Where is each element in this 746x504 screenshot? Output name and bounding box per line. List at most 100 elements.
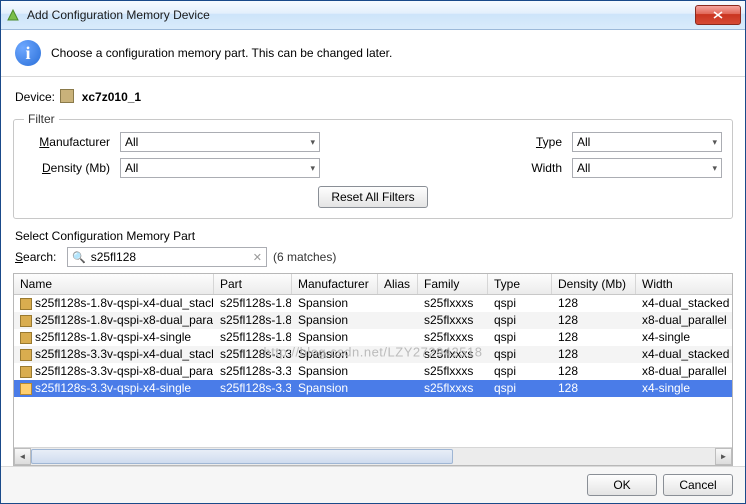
table-header: Name Part Manufacturer Alias Family Type…: [14, 274, 732, 295]
cell-alias: [378, 346, 418, 363]
cell-part: s25fl128s-1.8v: [214, 329, 292, 346]
cell-family: s25flxxxs: [418, 363, 488, 380]
cell-alias: [378, 312, 418, 329]
table-row[interactable]: s25fl128s-3.3v-qspi-x4-dual_stackeds25fl…: [14, 346, 732, 363]
cell-width: x8-dual_parallel: [636, 363, 732, 380]
search-icon: 🔍: [72, 251, 86, 264]
cell-manufacturer: Spansion: [292, 329, 378, 346]
manufacturer-label: Manufacturer: [24, 135, 114, 149]
cell-type: qspi: [488, 363, 552, 380]
type-select[interactable]: All▾: [572, 132, 722, 152]
chip-icon: [60, 89, 74, 103]
memory-icon: [20, 315, 32, 327]
cell-manufacturer: Spansion: [292, 363, 378, 380]
table-row[interactable]: s25fl128s-1.8v-qspi-x4-singles25fl128s-1…: [14, 329, 732, 346]
table-row[interactable]: s25fl128s-1.8v-qspi-x4-dual_stackeds25fl…: [14, 295, 732, 312]
cell-alias: [378, 380, 418, 397]
cell-width: x4-dual_stacked: [636, 346, 732, 363]
col-density[interactable]: Density (Mb): [552, 274, 636, 294]
memory-icon: [20, 383, 32, 395]
reset-filters-button[interactable]: Reset All Filters: [318, 186, 427, 208]
type-label: Type: [506, 135, 566, 149]
cell-name: s25fl128s-3.3v-qspi-x8-dual_parallel: [14, 363, 214, 380]
cell-part: s25fl128s-1.8v: [214, 312, 292, 329]
info-message: Choose a configuration memory part. This…: [51, 46, 392, 60]
cell-density: 128: [552, 312, 636, 329]
cell-density: 128: [552, 346, 636, 363]
manufacturer-select[interactable]: All▾: [120, 132, 320, 152]
memory-icon: [20, 366, 32, 378]
cell-part: s25fl128s-3.3v: [214, 380, 292, 397]
cell-part: s25fl128s-1.8v: [214, 295, 292, 312]
cell-name: s25fl128s-1.8v-qspi-x4-dual_stacked: [14, 295, 214, 312]
memory-icon: [20, 332, 32, 344]
cell-family: s25flxxxs: [418, 329, 488, 346]
info-icon: i: [15, 40, 41, 66]
density-label: Density (Mb): [24, 161, 114, 175]
table-row[interactable]: s25fl128s-1.8v-qspi-x8-dual_parallels25f…: [14, 312, 732, 329]
close-button[interactable]: [695, 5, 741, 25]
cell-part: s25fl128s-3.3v: [214, 363, 292, 380]
search-input[interactable]: [89, 248, 253, 266]
cell-type: qspi: [488, 380, 552, 397]
cell-family: s25flxxxs: [418, 380, 488, 397]
device-value: xc7z010_1: [82, 90, 141, 104]
info-strip: i Choose a configuration memory part. Th…: [1, 30, 745, 77]
cell-alias: [378, 295, 418, 312]
cell-name: s25fl128s-3.3v-qspi-x4-single: [14, 380, 214, 397]
table-body[interactable]: s25fl128s-1.8v-qspi-x4-dual_stackeds25fl…: [14, 295, 732, 447]
cell-family: s25flxxxs: [418, 295, 488, 312]
cell-name: s25fl128s-1.8v-qspi-x8-dual_parallel: [14, 312, 214, 329]
window-title: Add Configuration Memory Device: [27, 8, 695, 22]
memory-icon: [20, 298, 32, 310]
cell-name: s25fl128s-3.3v-qspi-x4-dual_stacked: [14, 346, 214, 363]
scroll-thumb[interactable]: [31, 449, 453, 464]
titlebar[interactable]: Add Configuration Memory Device: [1, 1, 745, 30]
cell-manufacturer: Spansion: [292, 295, 378, 312]
cell-manufacturer: Spansion: [292, 380, 378, 397]
density-select[interactable]: All▾: [120, 158, 320, 178]
width-select[interactable]: All▾: [572, 158, 722, 178]
device-row: Device: xc7z010_1: [13, 85, 733, 112]
col-name[interactable]: Name: [14, 274, 214, 294]
horizontal-scrollbar[interactable]: ◄ ►: [14, 447, 732, 465]
cell-type: qspi: [488, 346, 552, 363]
cell-part: s25fl128s-3.3v: [214, 346, 292, 363]
col-width[interactable]: Width: [636, 274, 733, 294]
col-type[interactable]: Type: [488, 274, 552, 294]
col-family[interactable]: Family: [418, 274, 488, 294]
width-label: Width: [506, 161, 566, 175]
table-row[interactable]: s25fl128s-3.3v-qspi-x8-dual_parallels25f…: [14, 363, 732, 380]
memory-icon: [20, 349, 32, 361]
cell-alias: [378, 329, 418, 346]
scroll-right-button[interactable]: ►: [715, 448, 732, 465]
cell-manufacturer: Spansion: [292, 346, 378, 363]
match-count: (6 matches): [273, 250, 336, 264]
select-part-label: Select Configuration Memory Part: [15, 229, 731, 243]
dialog-window: Add Configuration Memory Device i Choose…: [0, 0, 746, 504]
cell-alias: [378, 363, 418, 380]
filter-legend: Filter: [24, 112, 59, 126]
cell-type: qspi: [488, 295, 552, 312]
ok-button[interactable]: OK: [587, 474, 657, 496]
cell-family: s25flxxxs: [418, 312, 488, 329]
clear-search-icon[interactable]: ✕: [253, 251, 262, 264]
scroll-left-button[interactable]: ◄: [14, 448, 31, 465]
search-box[interactable]: 🔍 ✕: [67, 247, 267, 267]
cell-density: 128: [552, 363, 636, 380]
cell-manufacturer: Spansion: [292, 312, 378, 329]
col-alias[interactable]: Alias: [378, 274, 418, 294]
cell-type: qspi: [488, 329, 552, 346]
col-manufacturer[interactable]: Manufacturer: [292, 274, 378, 294]
dialog-body: Device: xc7z010_1 Filter Manufacturer Al…: [1, 77, 745, 466]
cell-width: x4-single: [636, 380, 732, 397]
search-label: Search:: [15, 250, 61, 264]
filter-group: Filter Manufacturer All▾ Type All▾ Densi…: [13, 112, 733, 219]
cell-width: x4-single: [636, 329, 732, 346]
cell-density: 128: [552, 295, 636, 312]
cancel-button[interactable]: Cancel: [663, 474, 733, 496]
cell-type: qspi: [488, 312, 552, 329]
device-label: Device:: [15, 90, 55, 104]
col-part[interactable]: Part: [214, 274, 292, 294]
table-row[interactable]: s25fl128s-3.3v-qspi-x4-singles25fl128s-3…: [14, 380, 732, 397]
